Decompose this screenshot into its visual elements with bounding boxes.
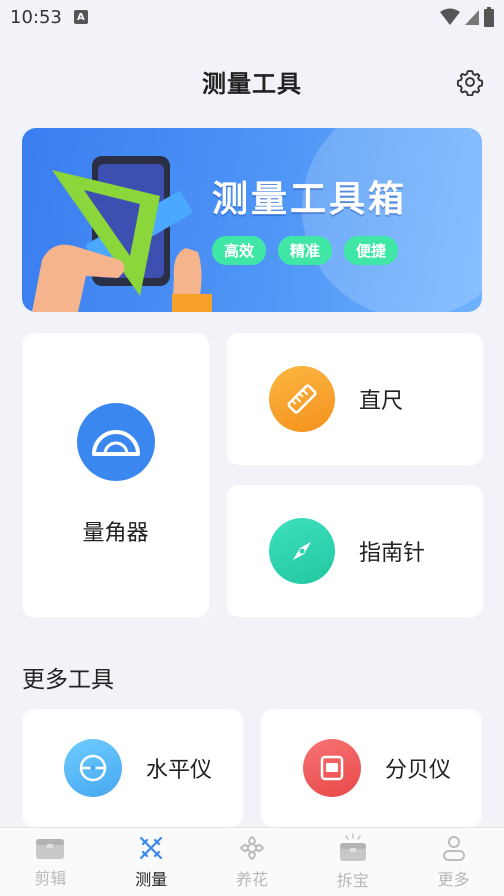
compass-card[interactable]: 指南针 bbox=[227, 485, 483, 617]
level-card[interactable]: 水平仪 bbox=[22, 709, 243, 827]
decibel-icon bbox=[320, 755, 344, 781]
banner-tag: 精准 bbox=[278, 236, 333, 265]
toolbox-icon bbox=[36, 839, 65, 859]
app-header: 测量工具 bbox=[0, 56, 504, 106]
nav-item-flower[interactable]: 养花 bbox=[202, 828, 303, 896]
gear-icon bbox=[456, 69, 484, 96]
promo-banner[interactable]: 测量工具箱 高效 精准 便捷 bbox=[22, 128, 482, 312]
nav-item-edit[interactable]: 剪辑 bbox=[0, 828, 101, 896]
ruler-icon bbox=[287, 384, 317, 414]
compass-icon-circle bbox=[269, 518, 335, 584]
nav-label: 养花 bbox=[235, 870, 268, 889]
banner-title: 测量工具箱 bbox=[212, 179, 408, 220]
decibel-card[interactable]: 分贝仪 bbox=[261, 709, 482, 827]
status-bar: 10:53 A bbox=[0, 0, 504, 34]
protractor-label: 量角器 bbox=[82, 521, 149, 546]
status-time: 10:53 bbox=[10, 6, 62, 28]
ruler-icon-circle bbox=[269, 366, 335, 432]
more-tools-title: 更多工具 bbox=[22, 667, 114, 693]
nav-label: 剪辑 bbox=[34, 869, 67, 888]
ruler-card[interactable]: 直尺 bbox=[227, 333, 483, 465]
protractor-icon-circle bbox=[76, 403, 155, 481]
measure-icon bbox=[140, 836, 163, 860]
battery-icon bbox=[484, 7, 494, 27]
page-title: 测量工具 bbox=[202, 69, 302, 98]
level-label: 水平仪 bbox=[146, 758, 213, 783]
nav-item-measure[interactable]: 测量 bbox=[101, 828, 202, 896]
compass-label: 指南针 bbox=[359, 541, 426, 566]
nav-label: 更多 bbox=[437, 870, 470, 889]
decibel-label: 分贝仪 bbox=[385, 758, 452, 783]
settings-button[interactable] bbox=[454, 66, 486, 98]
nav-item-more[interactable]: 更多 bbox=[403, 828, 504, 896]
gift-box-icon bbox=[339, 833, 366, 861]
level-icon bbox=[79, 754, 107, 782]
banner-illustration bbox=[32, 156, 212, 312]
protractor-icon bbox=[91, 430, 140, 456]
flower-icon bbox=[239, 835, 265, 861]
nav-item-unbox[interactable]: 拆宝 bbox=[302, 828, 403, 896]
bottom-nav: 剪辑 测量 养花 拆宝 更多 bbox=[0, 827, 504, 896]
level-icon-circle bbox=[64, 739, 122, 797]
nav-label: 拆宝 bbox=[336, 871, 369, 890]
nav-label: 测量 bbox=[135, 870, 168, 889]
protractor-card[interactable]: 量角器 bbox=[22, 333, 209, 617]
status-indicators bbox=[440, 7, 494, 27]
banner-tags: 高效 精准 便捷 bbox=[212, 236, 399, 265]
banner-tag: 便捷 bbox=[344, 236, 399, 265]
signal-icon bbox=[465, 10, 479, 25]
decibel-icon-circle bbox=[303, 739, 361, 797]
banner-tag: 高效 bbox=[212, 236, 267, 265]
profile-icon bbox=[442, 836, 465, 861]
wifi-icon bbox=[440, 8, 460, 25]
ruler-label: 直尺 bbox=[359, 389, 404, 414]
compass-icon bbox=[293, 542, 311, 560]
notification-icon: A bbox=[73, 10, 88, 24]
